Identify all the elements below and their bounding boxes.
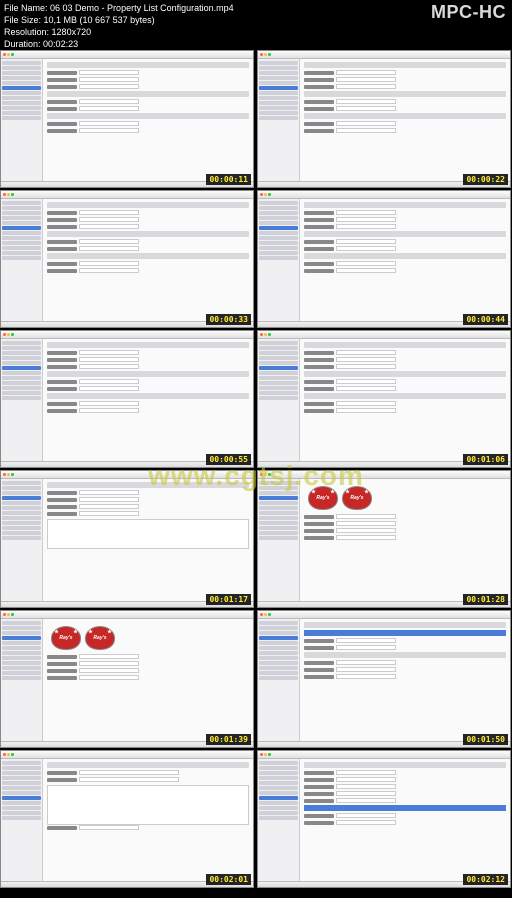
thumbnail-frame[interactable]: 00:00:11 [0, 50, 254, 188]
sidebar [1, 59, 43, 187]
window-titlebar [1, 611, 253, 619]
content-panel [43, 59, 253, 187]
file-info-overlay: File Name: 06 03 Demo - Property List Co… [4, 2, 234, 50]
thumbnail-frame[interactable]: Ray's Ray's 00:01:39 [0, 610, 254, 748]
timestamp-badge: 00:01:39 [206, 734, 251, 745]
thumbnail-frame[interactable]: 00:01:17 [0, 470, 254, 608]
content-panel: Ray's Ray's [43, 619, 253, 747]
timestamp-badge: 00:02:01 [206, 874, 251, 885]
thumbnail-frame[interactable]: 00:00:33 [0, 190, 254, 328]
content-panel [300, 199, 510, 327]
sidebar [258, 619, 300, 747]
thumbnail-frame[interactable]: Ray's Ray's 00:01:28 [257, 470, 511, 608]
app-logo-icon: Ray's [85, 626, 115, 650]
timestamp-badge: 00:00:33 [206, 314, 251, 325]
sidebar [1, 199, 43, 327]
thumbnail-frame[interactable]: 00:00:44 [257, 190, 511, 328]
content-panel [43, 759, 253, 887]
thumbnail-frame[interactable]: 00:00:55 [0, 330, 254, 468]
timestamp-badge: 00:00:55 [206, 454, 251, 465]
window-titlebar [1, 751, 253, 759]
content-panel: Ray's Ray's [300, 479, 510, 607]
selected-row [304, 805, 506, 811]
window-titlebar [258, 191, 510, 199]
text-area [47, 785, 249, 825]
timestamp-badge: 00:02:12 [463, 874, 508, 885]
thumbnail-frame[interactable]: 00:01:50 [257, 610, 511, 748]
content-panel [43, 339, 253, 467]
app-title: MPC-HC [431, 2, 506, 23]
app-logo-icon: Ray's [342, 486, 372, 510]
sidebar [1, 619, 43, 747]
window-titlebar [1, 331, 253, 339]
content-panel [300, 339, 510, 467]
sidebar [258, 199, 300, 327]
window-titlebar [1, 51, 253, 59]
sidebar [1, 479, 43, 607]
sidebar [258, 339, 300, 467]
timestamp-badge: 00:01:17 [206, 594, 251, 605]
sidebar [258, 59, 300, 187]
window-titlebar [1, 191, 253, 199]
content-panel [300, 59, 510, 187]
sidebar [1, 339, 43, 467]
timestamp-badge: 00:01:28 [463, 594, 508, 605]
thumbnail-frame[interactable]: 00:01:06 [257, 330, 511, 468]
image-well [47, 519, 249, 549]
content-panel [300, 759, 510, 887]
app-logo-icon: Ray's [308, 486, 338, 510]
window-titlebar [258, 51, 510, 59]
thumbnail-frame[interactable]: 00:02:12 [257, 750, 511, 888]
window-titlebar [258, 471, 510, 479]
content-panel [43, 479, 253, 607]
window-titlebar [258, 611, 510, 619]
thumbnail-grid: 00:00:11 [0, 0, 512, 888]
timestamp-badge: 00:01:50 [463, 734, 508, 745]
sidebar [258, 759, 300, 887]
window-titlebar [258, 331, 510, 339]
thumbnail-frame[interactable]: 00:00:22 [257, 50, 511, 188]
window-titlebar [1, 471, 253, 479]
sidebar [1, 759, 43, 887]
sidebar [258, 479, 300, 607]
app-logo-icon: Ray's [51, 626, 81, 650]
selected-row [304, 630, 506, 636]
content-panel [300, 619, 510, 747]
timestamp-badge: 00:00:44 [463, 314, 508, 325]
timestamp-badge: 00:01:06 [463, 454, 508, 465]
timestamp-badge: 00:00:22 [463, 174, 508, 185]
timestamp-badge: 00:00:11 [206, 174, 251, 185]
content-panel [43, 199, 253, 327]
window-titlebar [258, 751, 510, 759]
thumbnail-frame[interactable]: 00:02:01 [0, 750, 254, 888]
